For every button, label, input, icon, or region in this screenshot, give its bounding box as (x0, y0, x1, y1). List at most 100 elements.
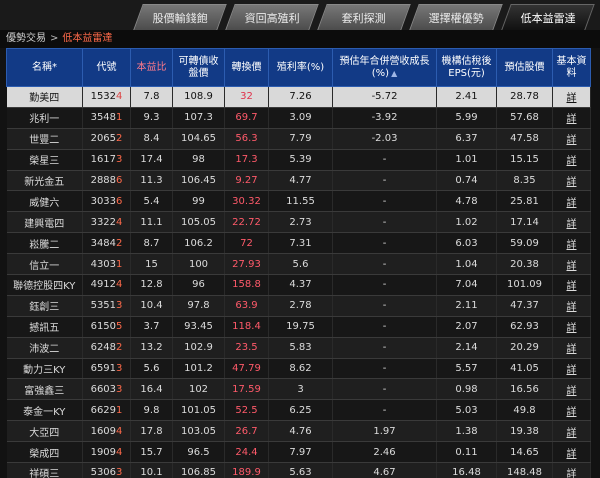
cell-eps: 0.11 (436, 441, 497, 464)
breadcrumb: 優勢交易 > 低本益雷達 (0, 30, 600, 48)
basic-info-link[interactable]: 詳 (552, 232, 591, 255)
cell-code-suffix: 3 (116, 383, 123, 395)
table-row[interactable]: 鈺創三 53513 10.4 97.8 63.9 2.78-2.11 47.37 詳 (6, 295, 591, 317)
tab-high-yield[interactable]: 資回高殖利 (225, 4, 319, 30)
cell-yield: 4.76 (268, 420, 333, 443)
cell-cb-close: 102.9 (172, 337, 225, 359)
basic-info-link[interactable]: 詳 (552, 190, 591, 213)
basic-info-link[interactable]: 詳 (552, 253, 591, 276)
cell-code-suffix: 4 (116, 216, 123, 228)
col-cb-close-header[interactable]: 可轉債收盤價 (172, 48, 225, 87)
table-row[interactable]: 大亞四 16094 17.8 103.05 26.7 4.76 1.97 1.38 19.38 詳 (6, 420, 591, 443)
cell-name[interactable]: 榮成四 (6, 441, 83, 464)
basic-info-link[interactable]: 詳 (552, 170, 591, 192)
cell-code-main: 4303 (90, 258, 117, 270)
tab-stock-money[interactable]: 股價輸錢飽 (133, 4, 227, 30)
cell-code-suffix: 6 (116, 195, 123, 207)
cell-code-main: 5351 (90, 300, 117, 312)
table-row[interactable]: 兆利一 35481 9.3 107.3 69.7 3.09 -3.92 5.99 57.68 詳 (6, 107, 591, 129)
tab-arbitrage[interactable]: 套利探測 (317, 4, 411, 30)
basic-info-link[interactable]: 詳 (552, 337, 591, 359)
table-row[interactable]: 新光金五 28886 11.3 106.45 9.27 4.77-0.74 8.35 詳 (6, 170, 591, 192)
cell-name[interactable]: 沛波二 (6, 337, 83, 359)
basic-info-link[interactable]: 詳 (552, 441, 591, 464)
table-row[interactable]: 榮成四 19094 15.7 96.5 24.4 7.97 2.46 0.11 14.65 詳 (6, 441, 591, 464)
cell-pe: 5.4 (130, 190, 173, 213)
cell-name[interactable]: 建興電四 (6, 211, 83, 234)
cell-conversion-price: 22.72 (224, 211, 269, 234)
table-row[interactable]: 撼訊五 61505 3.7 93.45 118.4 19.75-2.07 62.93 詳 (6, 316, 591, 338)
tab-options[interactable]: 選擇權優勢 (409, 4, 503, 30)
cell-name[interactable]: 富強鑫三 (6, 378, 83, 401)
cell-conversion-price: 52.5 (224, 399, 269, 422)
cell-name[interactable]: 大亞四 (6, 420, 83, 443)
cell-conversion-price: 63.9 (224, 295, 269, 317)
basic-info-link[interactable]: 詳 (552, 274, 591, 296)
table-row[interactable]: 祥碩三 53063 10.1 106.85 189.9 5.63 4.67 16.48 148.… (6, 462, 591, 478)
cell-name[interactable]: 威健六 (6, 190, 83, 213)
table-row[interactable]: 聯德控股四KY 49124 12.8 96 158.8 4.37-7.04 101.09 詳 (6, 274, 591, 296)
cell-name[interactable]: 泰金一KY (6, 399, 83, 422)
basic-info-link[interactable]: 詳 (552, 316, 591, 338)
table-row[interactable]: 世豐二 20652 8.4 104.65 56.3 7.79 -2.03 6.37 47.58 詳 (6, 128, 591, 150)
basic-info-link[interactable]: 詳 (552, 462, 591, 478)
cell-name[interactable]: 鈺創三 (6, 295, 83, 317)
basic-info-link[interactable]: 詳 (552, 420, 591, 443)
basic-info-link[interactable]: 詳 (552, 399, 591, 422)
col-target-price-header[interactable]: 預估股價 (496, 48, 553, 87)
cell-name[interactable]: 動力三KY (6, 358, 83, 380)
cell-eps: 1.01 (436, 149, 497, 171)
table-row[interactable]: 泰金一KY 66291 9.8 101.05 52.5 6.25-5.03 49.8 詳 (6, 399, 591, 422)
basic-info-link[interactable]: 詳 (552, 211, 591, 234)
basic-info-link[interactable]: 詳 (552, 86, 591, 108)
cell-yield: 5.6 (268, 253, 333, 276)
col-code-header[interactable]: 代號 (82, 48, 131, 87)
breadcrumb-parent[interactable]: 優勢交易 (6, 33, 46, 44)
cell-pe: 11.1 (130, 211, 173, 234)
cell-eps: 6.03 (436, 232, 497, 255)
col-eps-header[interactable]: 機構估稅後EPS(元) (436, 48, 497, 87)
table-row[interactable]: 信立一 43031 15 100 27.93 5.6-1.04 20.38 詳 (6, 253, 591, 276)
tab-low-pe-radar[interactable]: 低本益雷達 (501, 4, 595, 30)
col-revenue-growth-header[interactable]: 預估年合併營收成長(%) ▲ (332, 48, 437, 87)
cell-name[interactable]: 勤美四 (6, 86, 83, 108)
col-yield-header[interactable]: 殖利率(%) (268, 48, 333, 87)
cell-target-price: 101.09 (496, 274, 553, 296)
basic-info-link[interactable]: 詳 (552, 358, 591, 380)
table-row[interactable]: 富強鑫三 66033 16.4 102 17.59 3-0.98 16.56 詳 (6, 378, 591, 401)
cell-name[interactable]: 撼訊五 (6, 316, 83, 338)
cell-name[interactable]: 祥碩三 (6, 462, 83, 478)
basic-info-link[interactable]: 詳 (552, 107, 591, 129)
basic-info-link[interactable]: 詳 (552, 295, 591, 317)
cell-eps: 2.14 (436, 337, 497, 359)
basic-info-link[interactable]: 詳 (552, 149, 591, 171)
table-row[interactable]: 沛波二 62482 13.2 102.9 23.5 5.83-2.14 20.29 詳 (6, 337, 591, 359)
table-row[interactable]: 威健六 30336 5.4 99 30.32 11.55-4.78 25.81 詳 (6, 190, 591, 213)
table-row[interactable]: 動力三KY 65913 5.6 101.2 47.79 8.62-5.57 41.05 詳 (6, 358, 591, 380)
cell-name[interactable]: 榮星三 (6, 149, 83, 171)
breadcrumb-current: 低本益雷達 (62, 33, 113, 44)
cell-conversion-price: 17.3 (224, 149, 269, 171)
col-conversion-price-header[interactable]: 轉換價 (224, 48, 269, 87)
basic-info-link[interactable]: 詳 (552, 378, 591, 401)
cell-name[interactable]: 信立一 (6, 253, 83, 276)
cell-name[interactable]: 新光金五 (6, 170, 83, 192)
cell-yield: 7.26 (268, 86, 333, 108)
cell-conversion-price: 24.4 (224, 441, 269, 464)
cell-conversion-price: 118.4 (224, 316, 269, 338)
basic-info-link[interactable]: 詳 (552, 128, 591, 150)
cell-name[interactable]: 崧騰二 (6, 232, 83, 255)
cell-code-suffix: 1 (116, 112, 123, 124)
cell-target-price: 15.15 (496, 149, 553, 171)
cell-conversion-price: 9.27 (224, 170, 269, 192)
table-row[interactable]: 勤美四 15324 7.8 108.9 32 7.26 -5.72 2.41 28.78 詳 (6, 86, 591, 108)
table-row[interactable]: 建興電四 33224 11.1 105.05 22.72 2.73-1.02 17.14 詳 (6, 211, 591, 234)
cell-name[interactable]: 聯德控股四KY (6, 274, 83, 296)
table-row[interactable]: 榮星三 16173 17.4 98 17.3 5.39-1.01 15.15 詳 (6, 149, 591, 171)
col-pe-header[interactable]: 本益比 (130, 48, 173, 87)
table-row[interactable]: 崧騰二 34842 8.7 106.2 72 7.31-6.03 59.09 詳 (6, 232, 591, 255)
col-name-header[interactable]: 名稱* (6, 48, 83, 87)
cell-name[interactable]: 兆利一 (6, 107, 83, 129)
cell-revenue-growth: - (332, 337, 437, 359)
cell-name[interactable]: 世豐二 (6, 128, 83, 150)
